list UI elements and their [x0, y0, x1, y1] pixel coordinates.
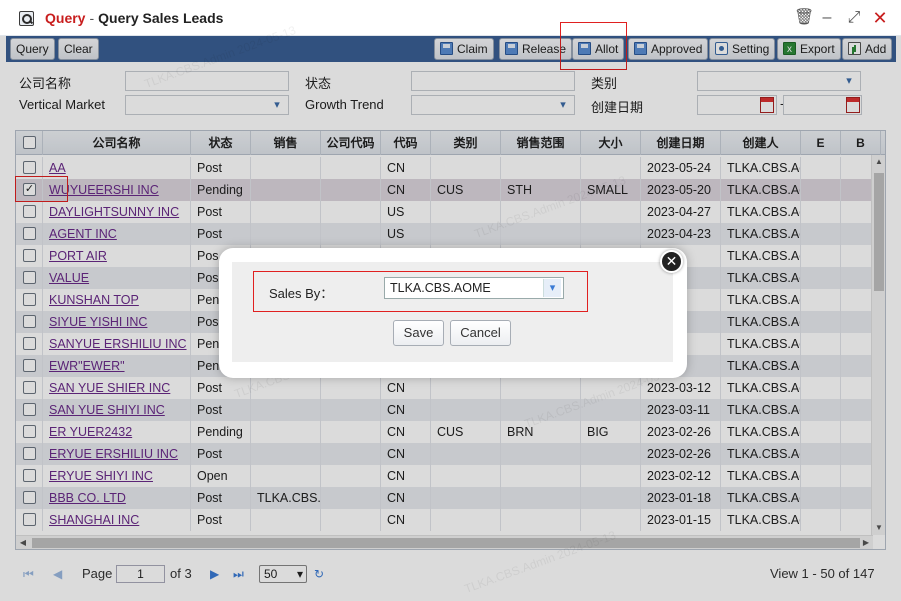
title-accent: Query — [45, 10, 86, 26]
trash-icon[interactable]: 🗑 — [794, 9, 814, 27]
title-text: Query Sales Leads — [98, 10, 224, 26]
save-button[interactable]: Save — [393, 320, 444, 346]
allot-dialog: Sales By： TLKA.CBS.AOME ▾ Save Cancel ✕ — [219, 248, 687, 378]
minimize-icon[interactable]: – — [818, 9, 836, 27]
maximize-icon[interactable]: ⤢ — [845, 9, 863, 27]
title-separator: - — [89, 10, 95, 26]
title-bar: Query - Query Sales Leads 🗑 – ⤢ ✕ — [0, 0, 901, 36]
close-icon[interactable]: ✕ — [871, 9, 889, 27]
cancel-button[interactable]: Cancel — [450, 320, 511, 346]
window-title: Query - Query Sales Leads — [45, 10, 223, 26]
search-icon — [19, 11, 34, 26]
highlight-sales-by — [253, 271, 588, 312]
close-icon[interactable]: ✕ — [660, 250, 683, 273]
